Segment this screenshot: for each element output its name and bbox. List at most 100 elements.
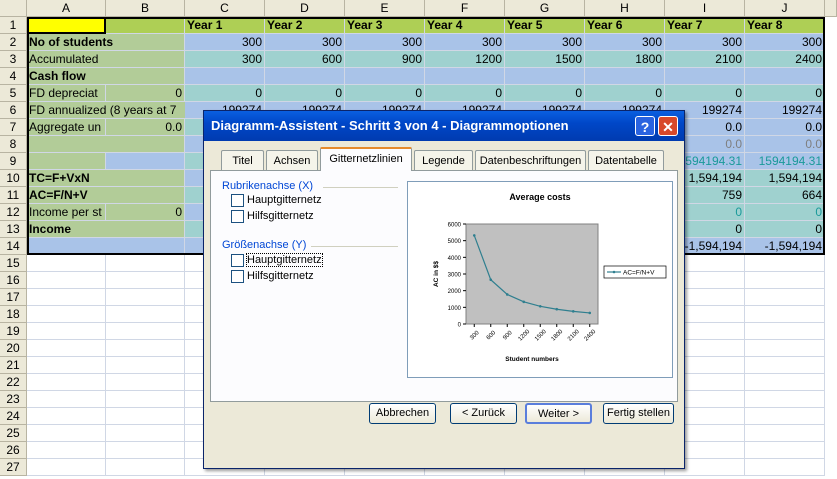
cell-cashflow[interactable] <box>505 68 585 85</box>
empty-cell[interactable] <box>745 408 825 425</box>
cancel-button[interactable]: Abbrechen <box>369 403 436 424</box>
empty-cell[interactable] <box>27 340 106 357</box>
cell-j11[interactable]: 664 <box>745 187 825 204</box>
cell-j12[interactable]: 0 <box>745 204 825 221</box>
empty-cell[interactable] <box>106 255 185 272</box>
year-header[interactable]: Year 6 <box>585 17 665 34</box>
cell-students[interactable]: 300 <box>745 34 825 51</box>
empty-cell[interactable] <box>745 459 825 476</box>
empty-cell[interactable] <box>106 340 185 357</box>
row-header[interactable]: 20 <box>0 340 27 357</box>
row-header[interactable]: 5 <box>0 85 27 102</box>
row-header[interactable]: 4 <box>0 68 27 85</box>
row-header[interactable]: 3 <box>0 51 27 68</box>
cell-j9[interactable]: 1594194.31 <box>745 153 825 170</box>
row-header[interactable]: 1 <box>0 17 27 34</box>
empty-cell[interactable] <box>27 391 106 408</box>
cell-students[interactable]: 300 <box>665 34 745 51</box>
row-header[interactable]: 7 <box>0 119 27 136</box>
tab-legende[interactable]: Legende <box>414 150 473 170</box>
row-header[interactable]: 6 <box>0 102 27 119</box>
label-aggregate[interactable]: Aggregate un <box>27 119 106 136</box>
column-header-e[interactable]: E <box>345 0 425 17</box>
empty-cell[interactable] <box>745 340 825 357</box>
empty-cell[interactable] <box>27 289 106 306</box>
cell-b1[interactable] <box>106 17 185 34</box>
column-header-a[interactable]: A <box>27 0 106 17</box>
row-header[interactable]: 23 <box>0 391 27 408</box>
label-no-of-students[interactable]: No of students <box>27 34 185 51</box>
cell-fd-dep[interactable]: 0 <box>745 85 825 102</box>
column-header-k[interactable] <box>825 0 837 17</box>
chart-wizard-dialog[interactable]: Diagramm-Assistent - Schritt 3 von 4 - D… <box>203 110 685 469</box>
tab-datentabelle[interactable]: Datentabelle <box>588 150 664 170</box>
empty-cell[interactable] <box>27 442 106 459</box>
row-header[interactable]: 27 <box>0 459 27 476</box>
row-header[interactable]: 13 <box>0 221 27 238</box>
cell-students[interactable]: 300 <box>505 34 585 51</box>
cell-students[interactable]: 300 <box>425 34 505 51</box>
empty-cell[interactable] <box>745 374 825 391</box>
empty-cell[interactable] <box>745 357 825 374</box>
empty-cell[interactable] <box>27 459 106 476</box>
label-accumulated[interactable]: Accumulated <box>27 51 185 68</box>
cell-accumulated[interactable]: 900 <box>345 51 425 68</box>
empty-cell[interactable] <box>27 357 106 374</box>
label-tc[interactable]: TC=F+VxN <box>27 170 185 187</box>
column-header-f[interactable]: F <box>425 0 505 17</box>
cell-cashflow[interactable] <box>665 68 745 85</box>
row-header[interactable]: 11 <box>0 187 27 204</box>
cell-accumulated[interactable]: 2400 <box>745 51 825 68</box>
column-header-i[interactable]: I <box>665 0 745 17</box>
next-button[interactable]: Weiter > <box>525 403 592 424</box>
cell-cashflow[interactable] <box>185 68 265 85</box>
close-button[interactable]: ✕ <box>658 116 678 136</box>
row-header[interactable]: 24 <box>0 408 27 425</box>
label-cash-flow[interactable]: Cash flow <box>27 68 185 85</box>
cell-fd-annual[interactable]: 199274 <box>745 102 825 119</box>
year-header[interactable]: Year 2 <box>265 17 345 34</box>
empty-cell[interactable] <box>106 442 185 459</box>
empty-cell[interactable] <box>106 391 185 408</box>
empty-cell[interactable] <box>27 323 106 340</box>
cell-accumulated[interactable]: 600 <box>265 51 345 68</box>
year-header[interactable]: Year 7 <box>665 17 745 34</box>
cell-fd-dep[interactable]: 0 <box>665 85 745 102</box>
help-button[interactable]: ? <box>635 116 655 136</box>
empty-cell[interactable] <box>27 374 106 391</box>
row-header[interactable]: 17 <box>0 289 27 306</box>
label-x-minor[interactable]: Hilfsgitternetz <box>247 210 314 222</box>
row-header[interactable]: 2 <box>0 34 27 51</box>
row-header[interactable]: 15 <box>0 255 27 272</box>
empty-cell[interactable] <box>27 425 106 442</box>
year-header[interactable]: Year 4 <box>425 17 505 34</box>
column-header-g[interactable]: G <box>505 0 585 17</box>
cell-b9[interactable] <box>106 153 185 170</box>
cell-accumulated[interactable]: 2100 <box>665 51 745 68</box>
empty-cell[interactable] <box>745 323 825 340</box>
label-ac[interactable]: AC=F/N+V <box>27 187 185 204</box>
empty-cell[interactable] <box>745 425 825 442</box>
empty-cell[interactable] <box>106 272 185 289</box>
cell-b7[interactable]: 0.0 <box>106 119 185 136</box>
cell-fd-dep[interactable]: 0 <box>265 85 345 102</box>
cell-j8[interactable]: 0.0 <box>745 136 825 153</box>
empty-cell[interactable] <box>27 408 106 425</box>
row-header[interactable]: 18 <box>0 306 27 323</box>
cell-b12[interactable]: 0 <box>106 204 185 221</box>
empty-cell[interactable] <box>745 306 825 323</box>
column-header-c[interactable]: C <box>185 0 265 17</box>
cell-cashflow[interactable] <box>345 68 425 85</box>
label-y-major[interactable]: Hauptgitternetz <box>246 253 323 267</box>
cell-cashflow[interactable] <box>265 68 345 85</box>
checkbox-x-major[interactable] <box>231 194 244 207</box>
year-header[interactable]: Year 5 <box>505 17 585 34</box>
year-header[interactable]: Year 1 <box>185 17 265 34</box>
finish-button[interactable]: Fertig stellen <box>603 403 674 424</box>
row-header[interactable]: 25 <box>0 425 27 442</box>
cell-fd-dep[interactable]: 0 <box>185 85 265 102</box>
cell-students[interactable]: 300 <box>345 34 425 51</box>
cell-accumulated[interactable]: 1200 <box>425 51 505 68</box>
cell-students[interactable]: 300 <box>185 34 265 51</box>
empty-cell[interactable] <box>106 323 185 340</box>
